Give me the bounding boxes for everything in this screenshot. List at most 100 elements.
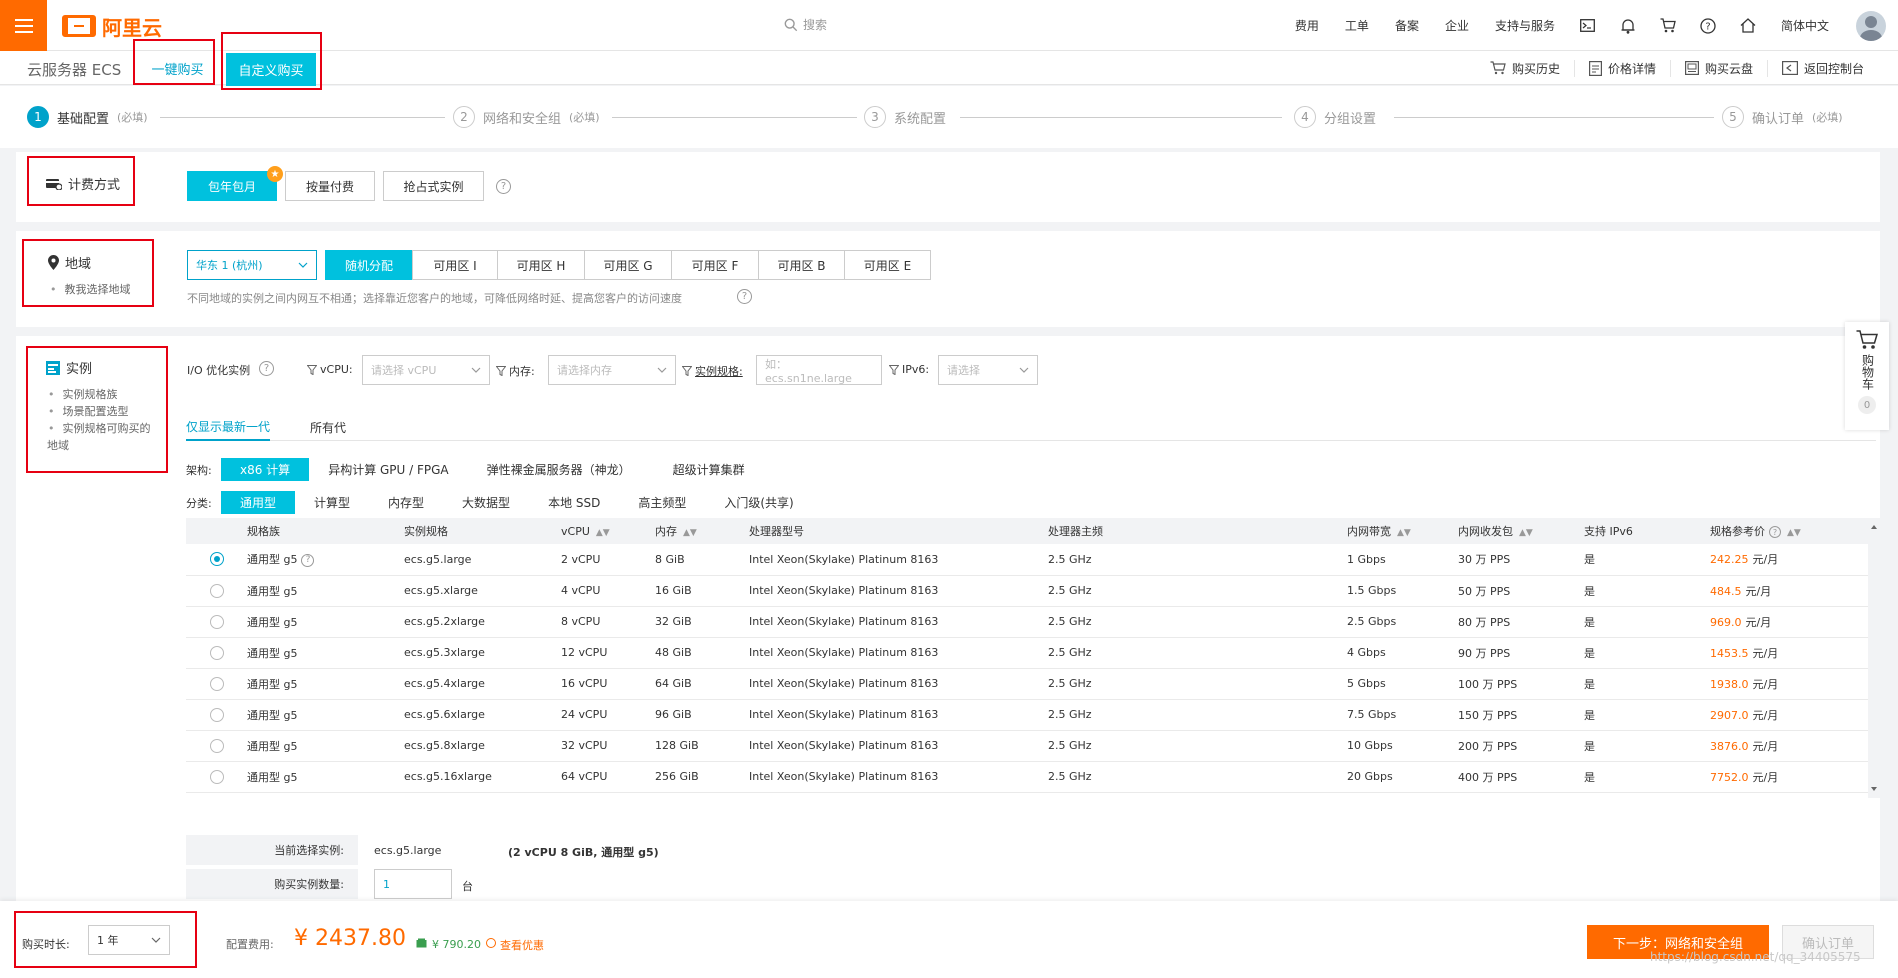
sort-icon[interactable]: ▲▼ [683,528,697,538]
cell-cpu-freq: 2.5 GHz [1048,575,1347,607]
menu-icon[interactable] [0,0,47,51]
spec-search-input[interactable]: 如：ecs.sn1ne.large [756,355,882,385]
region-select[interactable]: 华东 1 (杭州) [187,250,317,280]
top-link-icp[interactable]: 备案 [1395,17,1419,34]
cat-compute[interactable]: 计算型 [295,491,369,514]
language-switch[interactable]: 简体中文 [1781,17,1829,34]
cell-bandwidth: 1 Gbps [1347,544,1458,576]
scroll-down-icon[interactable] [1868,784,1880,794]
arch-x86[interactable]: x86 计算 [221,458,310,481]
discount-link[interactable]: 查看优惠 [500,937,544,953]
zone-b[interactable]: 可用区 B [758,250,845,280]
arch-supercomputing[interactable]: 超级计算集群 [654,458,764,481]
spec-filter-label[interactable]: 实例规格: [682,363,743,379]
col-bandwidth[interactable]: 内网带宽 ▲▼ [1347,518,1458,544]
step-network[interactable]: 2 网络和安全组 (必填) [447,106,606,128]
top-link-ticket[interactable]: 工单 [1345,17,1369,34]
aliyun-logo[interactable]: 阿里云 [62,13,162,40]
cell-price: 242.25 元/月 [1710,544,1868,576]
memory-placeholder: 请选择内存 [557,364,612,377]
step-basic[interactable]: 1 基础配置 (必填) [27,106,154,128]
scroll-up-icon[interactable] [1868,522,1880,532]
radio [186,730,247,762]
sort-icon[interactable]: ▲▼ [1519,528,1533,538]
cat-local-ssd[interactable]: 本地 SSD [529,491,619,514]
row-radio-button[interactable] [210,552,224,567]
arch-bare-metal[interactable]: 弹性裸金属服务器（神龙） [468,458,650,481]
zone-h[interactable]: 可用区 H [497,250,585,280]
zone-i[interactable]: 可用区 I [412,250,498,280]
step-confirm[interactable]: 5 确认订单 (必填) [1716,106,1849,128]
billing-help-icon[interactable]: ? [496,179,511,194]
billing-spot-button[interactable]: 抢占式实例 [383,171,484,201]
col-vcpu[interactable]: vCPU ▲▼ [561,518,655,544]
search-box[interactable]: 搜索 [784,16,827,33]
buy-disk-link[interactable]: 购买云盘 [1669,59,1767,77]
table-row[interactable]: 通用型 g5 ecs.g5.2xlarge 8 vCPU 32 GiB Intel Xe… [186,606,1868,638]
chevron-down-icon [657,367,667,373]
avatar[interactable] [1856,10,1886,41]
floating-cart[interactable]: 购物车 0 [1845,322,1889,430]
zone-f[interactable]: 可用区 F [671,250,759,280]
sort-icon[interactable]: ▲▼ [1397,528,1411,538]
help-icon[interactable]: ? [1700,17,1716,34]
row-radio-button[interactable] [210,676,224,691]
col-price[interactable]: 规格参考价? ▲▼ [1710,518,1868,544]
table-row[interactable]: 通用型 g5 ecs.g5.8xlarge 32 vCPU 128 GiB Intel … [186,730,1868,762]
tab-latest-gen[interactable]: 仅显示最新一代 [186,413,271,441]
top-link-support[interactable]: 支持与服务 [1495,17,1555,34]
cart-icon[interactable] [1660,18,1676,34]
price-help-icon[interactable]: ? [1769,526,1781,538]
zone-random[interactable]: 随机分配 [325,250,413,280]
arch-gpu-fpga[interactable]: 异构计算 GPU / FPGA [309,458,467,481]
row-radio-button[interactable] [210,769,224,784]
table-scrollbar[interactable] [1868,518,1880,798]
table-row[interactable]: 通用型 g5 ecs.g5.3xlarge 12 vCPU 48 GiB Intel X… [186,637,1868,669]
table-row[interactable]: 通用型 g5 ecs.g5.6xlarge 24 vCPU 96 GiB Intel X… [186,699,1868,731]
cell-vcpu: 2 vCPU [561,544,655,576]
row-radio-button[interactable] [210,645,224,660]
tab-all-gen[interactable]: 所有代 [310,413,346,441]
io-help-icon[interactable]: ? [259,361,274,376]
cat-high-freq[interactable]: 高主频型 [619,491,705,514]
return-console-link[interactable]: 返回控制台 [1766,59,1878,77]
top-links: 费用 工单 备案 企业 支持与服务 ? 简体中文 [1282,0,1898,51]
top-link-fee[interactable]: 费用 [1295,17,1319,34]
zone-g[interactable]: 可用区 G [584,250,672,280]
billing-payg-button[interactable]: 按量付费 [285,171,375,201]
cat-memory[interactable]: 内存型 [369,491,443,514]
cat-entry-shared[interactable]: 入门级(共享) [705,491,812,514]
table-row[interactable]: 通用型 g5 ecs.g5.16xlarge 64 vCPU 256 GiB Intel… [186,761,1868,793]
price-detail-link[interactable]: 价格详情 [1573,59,1670,77]
cat-general[interactable]: 通用型 [221,491,296,514]
instance-qty-input[interactable]: 1 [374,869,452,899]
sort-icon[interactable]: ▲▼ [596,528,610,538]
row-radio-button[interactable] [210,614,224,629]
family-help-icon[interactable]: ? [301,553,315,567]
step-group[interactable]: 4 分组设置 [1288,106,1383,128]
region-help-icon[interactable]: ? [737,289,752,304]
cell-family-text: 通用型 g5 [247,646,298,660]
zone-e[interactable]: 可用区 E [844,250,931,280]
row-radio-button[interactable] [210,738,224,753]
bell-icon[interactable] [1620,18,1636,34]
top-link-enterprise[interactable]: 企业 [1445,17,1469,34]
cat-bigdata[interactable]: 大数据型 [443,491,529,514]
step-system[interactable]: 3 系统配置 [858,106,953,128]
sort-icon[interactable]: ▲▼ [1787,528,1801,538]
row-radio-button[interactable] [210,583,224,598]
table-row[interactable]: 通用型 g5 ecs.g5.xlarge 4 vCPU 16 GiB Intel Xeo… [186,575,1868,607]
col-pps[interactable]: 内网收发包 ▲▼ [1458,518,1584,544]
terminal-icon[interactable] [1580,18,1596,34]
purchase-history-link[interactable]: 购买历史 [1476,60,1574,77]
cell-cpu-freq: 2.5 GHz [1048,544,1347,576]
ipv6-select[interactable]: 请选择 [938,355,1038,385]
row-radio-button[interactable] [210,707,224,722]
memory-select[interactable]: 请选择内存 [548,355,676,385]
vcpu-select[interactable]: 请选择 vCPU [362,355,490,385]
table-row[interactable]: 通用型 g5? ecs.g5.large 2 vCPU 8 GiB Intel Xeon… [186,544,1868,576]
billing-subscription-button[interactable]: 包年包月 ★ [187,166,283,201]
home-icon[interactable] [1740,18,1756,34]
table-row[interactable]: 通用型 g5 ecs.g5.4xlarge 16 vCPU 64 GiB Intel X… [186,668,1868,700]
col-memory[interactable]: 内存 ▲▼ [655,518,749,544]
